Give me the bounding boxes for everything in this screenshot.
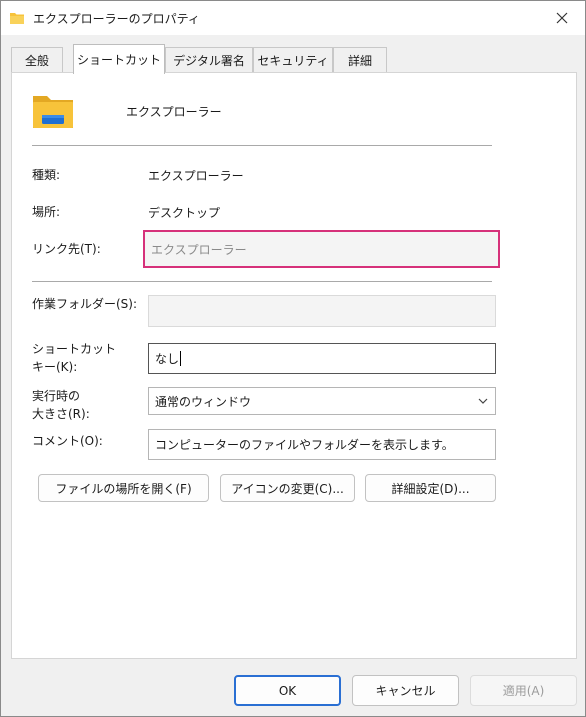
tab-label: セキュリティ: [257, 54, 329, 68]
tab-shortcut[interactable]: ショートカット: [73, 44, 165, 74]
shortcut-panel: エクスプローラー 種類: エクスプローラー 場所: デスクトップ リンク先(T)…: [11, 72, 577, 659]
tab-label: デジタル署名: [173, 54, 245, 68]
hotkey-label-line2: キー(K):: [32, 360, 78, 374]
close-icon: [556, 12, 568, 24]
tab-digital-signature[interactable]: デジタル署名: [165, 47, 253, 73]
run-value: 通常のウィンドウ: [155, 394, 252, 409]
change-icon-button[interactable]: アイコンの変更(C)...: [220, 474, 355, 502]
shortcut-name: エクスプローラー: [126, 105, 222, 119]
open-file-location-button[interactable]: ファイルの場所を開く(F): [38, 474, 209, 502]
hotkey-label-line1: ショートカット: [32, 342, 117, 356]
text-caret: [180, 351, 182, 366]
target-field[interactable]: エクスプローラー: [143, 230, 500, 268]
run-size-select[interactable]: 通常のウィンドウ: [148, 387, 496, 415]
run-label-line2: 大きさ(R):: [32, 407, 90, 421]
tab-label: ショートカット: [76, 53, 161, 67]
run-label: 実行時の 大きさ(R):: [32, 387, 90, 423]
run-label-line1: 実行時の: [32, 389, 81, 403]
hotkey-label: ショートカット キー(K):: [32, 340, 116, 376]
hotkey-value: なし: [155, 352, 180, 366]
target-label: リンク先(T):: [32, 242, 101, 256]
apply-button[interactable]: 適用(A): [470, 675, 577, 706]
cancel-button[interactable]: キャンセル: [352, 675, 459, 706]
type-value: エクスプローラー: [148, 169, 244, 183]
tab-details[interactable]: 詳細: [333, 47, 387, 73]
window-title: エクスプローラーのプロパティ: [33, 12, 200, 26]
separator: [32, 281, 492, 282]
separator: [32, 145, 492, 146]
workdir-label: 作業フォルダー(S):: [32, 297, 138, 311]
tab-security[interactable]: セキュリティ: [253, 47, 333, 73]
properties-dialog: エクスプローラーのプロパティ 全般 ショートカット デジタル署名 セキュリティ …: [0, 0, 586, 717]
location-label: 場所:: [32, 205, 61, 219]
tab-general[interactable]: 全般: [11, 47, 63, 73]
folder-icon: [9, 10, 25, 26]
workdir-field[interactable]: [148, 295, 496, 327]
comment-value: コンピューターのファイルやフォルダーを表示します。: [155, 438, 454, 452]
tab-label: 詳細: [347, 54, 372, 68]
file-explorer-icon: [32, 93, 74, 129]
chevron-down-icon: [478, 398, 488, 404]
comment-field[interactable]: コンピューターのファイルやフォルダーを表示します。: [148, 429, 496, 460]
hotkey-field[interactable]: なし: [148, 343, 496, 374]
comment-label: コメント(O):: [32, 434, 103, 448]
location-value: デスクトップ: [148, 206, 221, 220]
advanced-button[interactable]: 詳細設定(D)...: [365, 474, 496, 502]
close-button[interactable]: [547, 3, 577, 33]
ok-button[interactable]: OK: [234, 675, 341, 706]
title-bar: エクスプローラーのプロパティ: [1, 1, 585, 35]
tab-label: 全般: [24, 54, 49, 68]
type-label: 種類:: [32, 168, 61, 182]
target-value: エクスプローラー: [151, 242, 247, 257]
